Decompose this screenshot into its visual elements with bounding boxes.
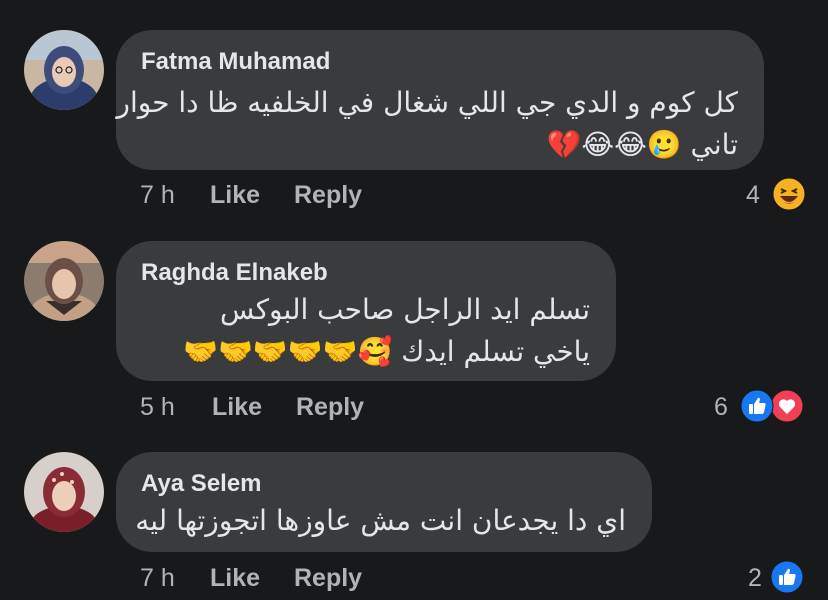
reply-button[interactable]: Reply [294,181,362,210]
avatar[interactable] [24,452,104,532]
avatar[interactable] [24,30,104,110]
reply-button[interactable]: Reply [296,393,364,422]
haha-icon [772,177,806,211]
like-button[interactable]: Like [210,181,260,210]
comment-text-line: تسلم ايد الراجل صاحب البوكس [220,293,590,326]
comment-timestamp[interactable]: 7 h [140,564,175,593]
comment-bubble: Fatma Muhamad كل كوم و الدي جي اللي شغال… [116,30,764,170]
reaction-summary[interactable]: 6 [712,389,812,429]
like-button[interactable]: Like [210,564,260,593]
reaction-count: 6 [714,393,728,421]
comment-timestamp[interactable]: 7 h [140,181,175,210]
comment-author[interactable]: Fatma Muhamad [141,48,330,76]
like-icon [740,389,774,423]
comment-author[interactable]: Raghda Elnakeb [141,259,328,287]
love-icon [770,389,804,423]
reaction-summary[interactable]: 4 [740,177,810,217]
like-button[interactable]: Like [212,393,262,422]
avatar[interactable] [24,241,104,321]
comment-author[interactable]: Aya Selem [141,470,262,498]
comment-timestamp[interactable]: 5 h [140,393,175,422]
reaction-count: 2 [748,564,762,592]
comment-bubble: Raghda Elnakeb تسلم ايد الراجل صاحب البو… [116,241,616,381]
comment-text-line: تاني 🥲😂😂💔 [546,128,738,161]
comment-text-line: كل كوم و الدي جي اللي شغال في الخلفيه ظا… [116,86,738,119]
reaction-summary[interactable]: 2 [746,560,810,600]
comment-bubble: Aya Selem اي دا يجدعان انت مش عاوزها اتج… [116,452,652,552]
comment-text-line: ياخي تسلم ايدك 🥰🤝🤝🤝🤝🤝 [183,335,590,368]
reply-button[interactable]: Reply [294,564,362,593]
reaction-count: 4 [746,181,760,209]
comment-text-line: اي دا يجدعان انت مش عاوزها اتجوزتها ليه [135,504,626,537]
like-icon [770,560,804,594]
